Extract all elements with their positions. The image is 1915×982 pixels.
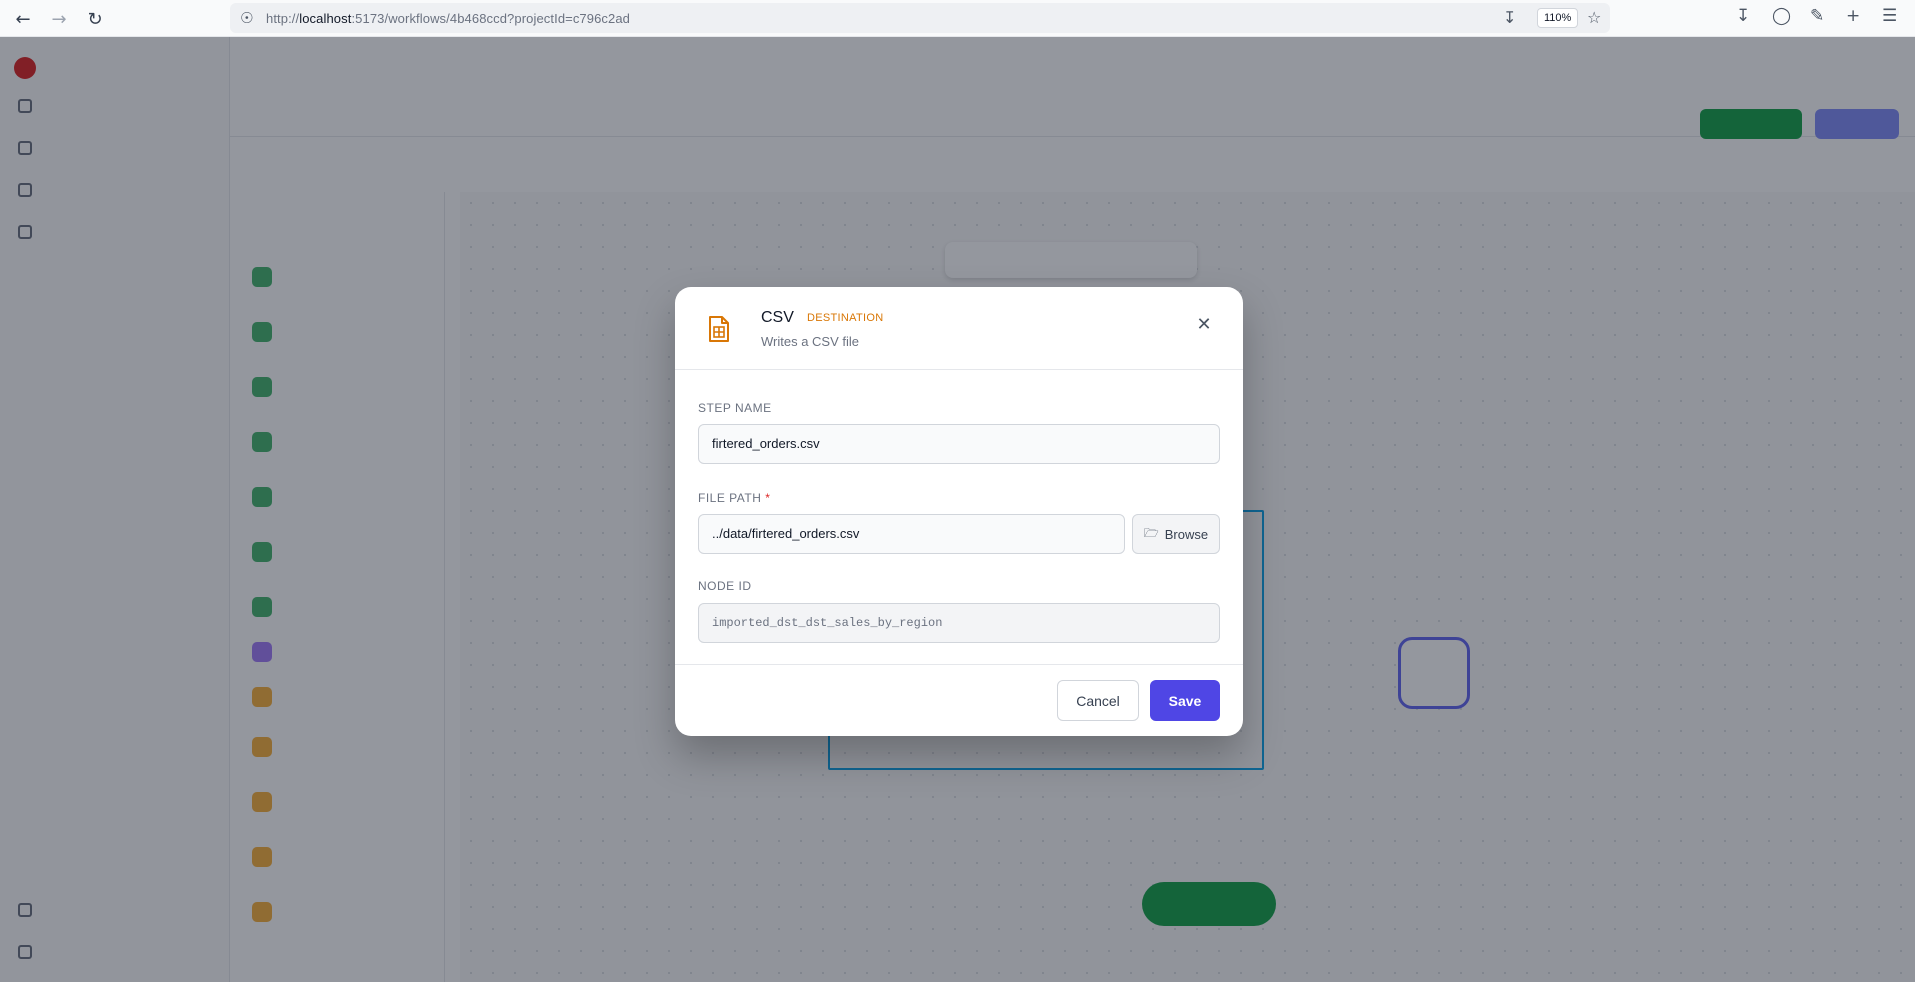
page-download-icon[interactable]: ↧ [1503,8,1516,27]
cancel-button[interactable]: Cancel [1057,680,1139,721]
browse-label: Browse [1164,526,1209,542]
node-type-badge: DESTINATION [807,312,884,324]
reload-icon[interactable]: ↻ [82,6,108,32]
folder-open-icon: 🗁 [1143,525,1159,540]
close-icon[interactable]: ✕ [1193,313,1215,335]
file-spreadsheet-icon [709,316,729,342]
required-asterisk: * [765,491,771,505]
file-path-input[interactable]: ../data/firtered_orders.csv [698,514,1125,554]
dialog-subtitle: Writes a CSV file [761,334,860,349]
extensions-icon[interactable]: ✎ [1810,6,1824,26]
file-path-label: FILE PATH * [698,491,771,505]
step-name-input[interactable]: firtered_orders.csv [698,424,1220,464]
shield-icon: ☉ [240,9,254,27]
node-id-field: imported_dst_dst_sales_by_region [698,603,1220,643]
back-arrow-icon[interactable]: ← [10,6,36,32]
menu-icon[interactable]: ☰ [1882,6,1897,26]
downloads-icon[interactable]: ↧ [1736,6,1750,26]
forward-arrow-icon[interactable]: → [46,6,72,32]
account-icon[interactable]: ◯ [1772,6,1791,26]
step-config-dialog: CSV DESTINATION Writes a CSV file ✕ STEP… [675,287,1243,736]
address-bar[interactable]: ☉ http://localhost:5173/workflows/4b468c… [230,3,1610,33]
zoom-badge[interactable]: 110% [1537,8,1579,28]
save-button[interactable]: Save [1150,680,1220,721]
dialog-footer: Cancel Save [675,664,1243,736]
dialog-header: CSV DESTINATION Writes a CSV file ✕ [675,287,1243,370]
browser-toolbar: ← → ↻ ☉ http://localhost:5173/workflows/… [0,0,1915,37]
dialog-title: CSV [761,309,794,326]
new-tab-icon[interactable]: + [1846,6,1860,26]
node-id-label: NODE ID [698,579,752,593]
url-text: http://localhost:5173/workflows/4b468ccd… [266,11,631,26]
browse-button[interactable]: 🗁 Browse [1132,514,1220,554]
star-icon[interactable]: ☆ [1587,8,1601,27]
step-name-label: STEP NAME [698,401,772,415]
